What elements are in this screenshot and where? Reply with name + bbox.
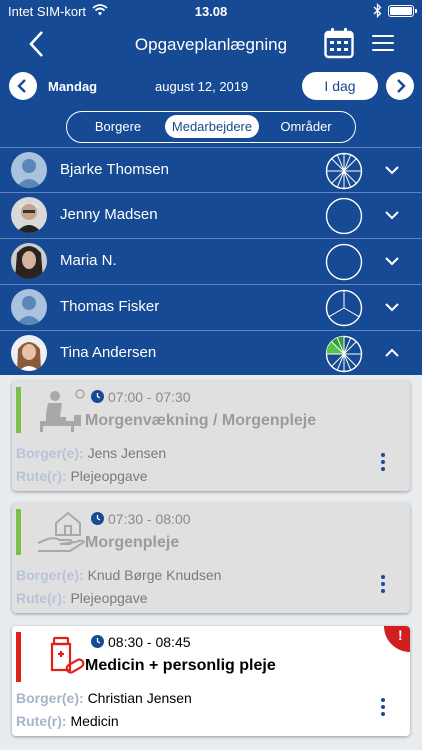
battery-icon [388, 5, 417, 17]
today-button[interactable]: I dag [302, 72, 378, 100]
task-rute: Rute(r): Plejeopgave [16, 468, 148, 484]
employee-name: Jenny Madsen [60, 206, 158, 223]
medicine-icon [36, 632, 88, 678]
next-day-button[interactable] [386, 72, 414, 100]
chevron-down-icon[interactable] [384, 300, 400, 312]
task-wheel-icon [325, 289, 363, 327]
clock-label: 13.08 [194, 4, 228, 19]
task-wheel-icon [325, 197, 363, 235]
clock-icon [91, 390, 104, 403]
clock-icon [91, 635, 104, 648]
employee-row-expanded[interactable]: Tina Andersen [0, 330, 422, 375]
task-title: Morgenpleje [85, 534, 180, 551]
employee-name: Tina Andersen [60, 344, 157, 361]
date-navigation: Mandag august 12, 2019 I dag [0, 70, 422, 102]
status-bar-alert [16, 632, 21, 682]
hamburger-menu-icon[interactable] [372, 35, 394, 53]
employee-row[interactable]: Maria N. [0, 238, 422, 283]
header-panel: Intet SIM-kort 13.08 Opgaveplanlægning M… [0, 0, 422, 375]
page-title: Opgaveplanlægning [134, 35, 288, 54]
wake-up-icon [36, 387, 88, 433]
task-borger: Borger(e): Christian Jensen [16, 690, 192, 706]
task-card[interactable]: 08:30 - 08:45 Medicin + personlig pleje … [12, 626, 410, 736]
task-time: 07:30 - 08:00 [108, 511, 191, 527]
task-borger: Borger(e): Knud Børge Knudsen [16, 567, 222, 583]
segmented-control: Borgere Medarbejdere Områder [66, 111, 356, 143]
employee-name: Maria N. [60, 252, 117, 269]
task-time: 07:00 - 07:30 [108, 389, 191, 405]
avatar [11, 289, 47, 325]
task-borger: Borger(e): Jens Jensen [16, 445, 167, 461]
chevron-up-icon[interactable] [384, 346, 400, 358]
task-rute: Rute(r): Plejeopgave [16, 590, 148, 606]
avatar [11, 152, 47, 188]
chevron-down-icon[interactable] [384, 254, 400, 266]
employee-row[interactable]: Thomas Fisker [0, 284, 422, 329]
task-card[interactable]: 07:30 - 08:00 Morgenpleje Borger(e): Knu… [12, 503, 410, 613]
employee-name: Bjarke Thomsen [60, 161, 169, 178]
segment-omraader[interactable]: Områder [263, 115, 349, 138]
employee-row[interactable]: Bjarke Thomsen [0, 147, 422, 192]
task-card[interactable]: 07:00 - 07:30 Morgenvækning / Morgenplej… [12, 381, 410, 491]
chevron-down-icon[interactable] [384, 163, 400, 175]
home-care-icon [36, 509, 88, 555]
segment-medarbejdere[interactable]: Medarbejdere [165, 115, 259, 138]
alert-badge: ! [384, 626, 410, 652]
weekday-label: Mandag [48, 79, 98, 94]
avatar [11, 243, 47, 279]
employee-row[interactable]: Jenny Madsen [0, 192, 422, 237]
task-wheel-icon [325, 335, 363, 373]
segment-borgere[interactable]: Borgere [75, 115, 161, 138]
more-options-icon[interactable] [380, 453, 386, 475]
employee-name: Thomas Fisker [60, 298, 160, 315]
task-time: 08:30 - 08:45 [108, 634, 191, 650]
status-bar-done [16, 509, 21, 555]
task-wheel-icon [325, 152, 363, 190]
task-rute: Rute(r): Medicin [16, 713, 119, 729]
calendar-icon[interactable] [324, 27, 354, 59]
nav-bar: Opgaveplanlægning [0, 22, 422, 66]
more-options-icon[interactable] [380, 575, 386, 597]
date-label: august 12, 2019 [155, 79, 249, 94]
chevron-down-icon[interactable] [384, 208, 400, 220]
more-options-icon[interactable] [380, 698, 386, 720]
task-title: Medicin + personlig pleje [85, 657, 276, 674]
clock-icon [91, 512, 104, 525]
task-title: Morgenvækning / Morgenpleje [85, 412, 317, 429]
status-bar: Intet SIM-kort 13.08 [0, 0, 422, 22]
task-wheel-icon [325, 243, 363, 281]
avatar [11, 197, 47, 233]
previous-day-button[interactable] [9, 72, 37, 100]
status-bar-done [16, 387, 21, 433]
bluetooth-icon [373, 2, 382, 21]
avatar [11, 335, 47, 371]
